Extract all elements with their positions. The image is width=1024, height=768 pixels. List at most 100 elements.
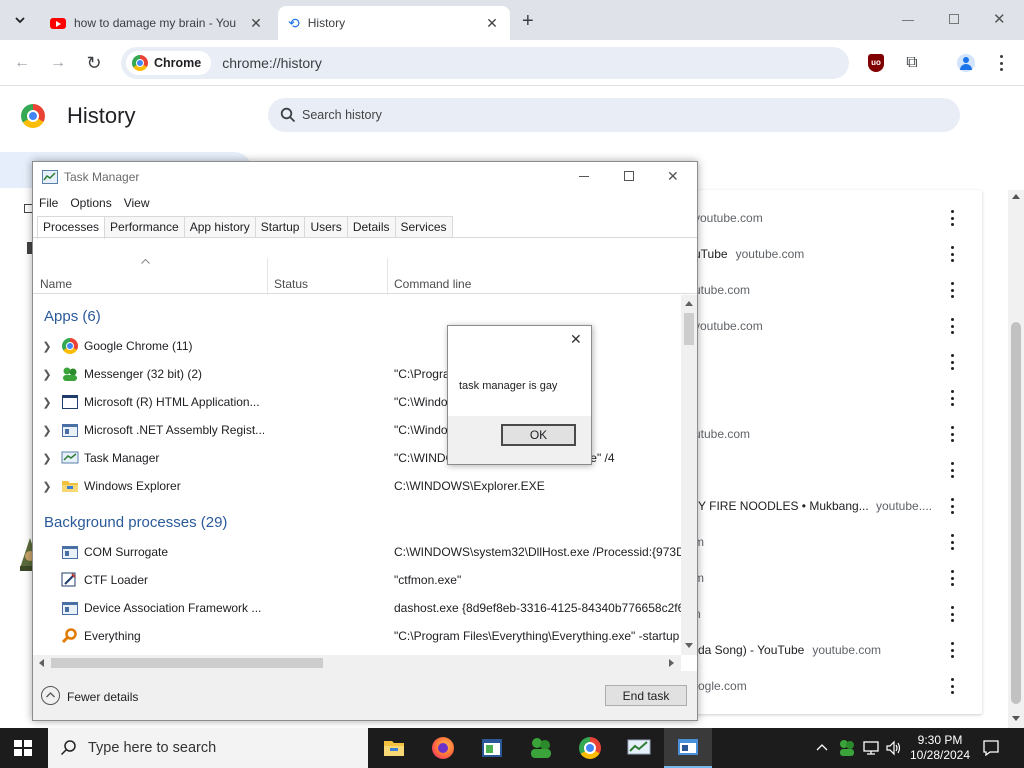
taskbar-task-manager-icon[interactable]: [615, 728, 663, 768]
restore-icon[interactable]: [949, 14, 959, 24]
more-actions-icon[interactable]: [950, 642, 954, 658]
history-entry[interactable]: youtube.com: [690, 200, 982, 236]
new-tab-icon[interactable]: +: [522, 10, 534, 33]
search-history-input[interactable]: Search history: [268, 98, 960, 132]
more-actions-icon[interactable]: [950, 498, 954, 514]
minimize-icon[interactable]: [902, 20, 914, 21]
close-window-icon[interactable]: ✕: [993, 10, 1006, 28]
more-actions-icon[interactable]: [950, 462, 954, 478]
more-actions-icon[interactable]: [950, 318, 954, 334]
history-entry[interactable]: m: [690, 524, 982, 560]
close-tab-icon[interactable]: ✕: [484, 15, 500, 32]
process-row[interactable]: ❯ Windows Explorer C:\WINDOWS\Explorer.E…: [33, 472, 681, 500]
page-scrollbar[interactable]: [1008, 190, 1024, 728]
extensions-icon[interactable]: ⧉: [898, 49, 926, 77]
taskbar-hta-icon[interactable]: [468, 728, 516, 768]
column-name[interactable]: Name: [40, 277, 72, 291]
column-command-line[interactable]: Command line: [394, 277, 471, 291]
more-actions-icon[interactable]: [950, 354, 954, 370]
history-entry[interactable]: da Song) - YouTube youtube.com: [690, 632, 982, 668]
history-entry[interactable]: n: [690, 596, 982, 632]
tab-performance[interactable]: Performance: [104, 216, 185, 238]
fewer-details-chevron-icon[interactable]: [41, 686, 60, 705]
scroll-up-arrow-icon[interactable]: [1012, 194, 1020, 199]
process-row[interactable]: CTF Loader "ctfmon.exe": [33, 566, 681, 594]
more-actions-icon[interactable]: [950, 534, 954, 550]
site-chip[interactable]: Chrome: [126, 51, 212, 75]
menu-view[interactable]: View: [118, 193, 156, 213]
tab-startup[interactable]: Startup: [254, 216, 306, 238]
expand-chevron-icon[interactable]: ❯: [35, 480, 59, 493]
history-entry[interactable]: [690, 452, 982, 488]
ublock-icon[interactable]: uo: [868, 54, 884, 72]
process-row[interactable]: Device Association Framework ... dashost…: [33, 594, 681, 622]
close-tab-icon[interactable]: ✕: [248, 15, 264, 32]
vertical-scrollbar[interactable]: [681, 295, 697, 655]
scrollbar-thumb[interactable]: [51, 658, 323, 668]
column-status[interactable]: Status: [274, 277, 308, 291]
title-bar[interactable]: Task Manager ✕: [33, 162, 697, 192]
scroll-down-arrow-icon[interactable]: [1012, 716, 1020, 721]
scrollbar-thumb[interactable]: [1011, 322, 1021, 704]
expand-chevron-icon[interactable]: ❯: [35, 424, 59, 437]
windows-start-icon[interactable]: [14, 740, 32, 756]
scroll-left-arrow-icon[interactable]: [39, 659, 44, 667]
history-entry[interactable]: utube.com: [690, 416, 982, 452]
history-entry[interactable]: [690, 380, 982, 416]
notifications-icon[interactable]: [982, 739, 1000, 757]
history-entry[interactable]: utube.com: [690, 272, 982, 308]
more-actions-icon[interactable]: [950, 570, 954, 586]
clock[interactable]: 9:30 PM 10/28/2024: [908, 733, 972, 763]
scroll-right-arrow-icon[interactable]: [669, 659, 674, 667]
end-task-button[interactable]: End task: [605, 685, 687, 706]
history-entry[interactable]: [690, 344, 982, 380]
more-actions-icon[interactable]: [950, 678, 954, 694]
process-row[interactable]: COM Surrogate C:\WINDOWS\system32\DllHos…: [33, 538, 681, 566]
tab-youtube[interactable]: how to damage my brain - You ✕: [40, 6, 274, 40]
reload-icon[interactable]: ↻: [80, 49, 108, 77]
scrollbar-thumb[interactable]: [684, 313, 694, 345]
history-entry[interactable]: m: [690, 560, 982, 596]
scroll-down-arrow-icon[interactable]: [685, 643, 693, 648]
minimize-icon[interactable]: [579, 176, 589, 177]
close-icon[interactable]: ✕: [570, 331, 582, 348]
taskbar-chrome-icon[interactable]: [566, 728, 614, 768]
ok-button[interactable]: OK: [501, 424, 576, 446]
more-actions-icon[interactable]: [950, 210, 954, 226]
close-icon[interactable]: ✕: [667, 168, 679, 185]
expand-chevron-icon[interactable]: ❯: [35, 368, 59, 381]
more-actions-icon[interactable]: [950, 606, 954, 622]
back-icon[interactable]: ←: [8, 49, 36, 77]
tray-messenger-icon[interactable]: [838, 739, 856, 757]
history-entry[interactable]: uTube youtube.com: [690, 236, 982, 272]
process-row[interactable]: Everything "C:\Program Files\Everything\…: [33, 622, 681, 650]
maximize-icon[interactable]: [624, 171, 634, 181]
more-actions-icon[interactable]: [950, 426, 954, 442]
tab-history[interactable]: ⟲ History ✕: [278, 6, 510, 40]
menu-options[interactable]: Options: [64, 193, 117, 213]
expand-chevron-icon[interactable]: ❯: [35, 396, 59, 409]
tab-search-chevron-icon[interactable]: [6, 6, 34, 34]
more-actions-icon[interactable]: [950, 246, 954, 262]
show-hidden-icons-chevron-icon[interactable]: [816, 742, 828, 754]
scroll-up-arrow-icon[interactable]: [685, 301, 693, 306]
taskbar-file-explorer-icon[interactable]: [370, 728, 418, 768]
taskbar-search-box[interactable]: Type here to search: [48, 728, 368, 768]
expand-chevron-icon[interactable]: ❯: [35, 452, 59, 465]
taskbar-firefox-icon[interactable]: [419, 728, 467, 768]
omnibox[interactable]: Chrome chrome://history: [121, 47, 849, 79]
history-entry[interactable]: Y FIRE NOODLES • Mukbang... youtube....: [690, 488, 982, 524]
chrome-menu-icon[interactable]: [999, 55, 1003, 71]
more-actions-icon[interactable]: [950, 282, 954, 298]
taskbar-window-icon[interactable]: [664, 728, 712, 768]
tab-users[interactable]: Users: [304, 216, 348, 238]
taskbar-messenger-icon[interactable]: [517, 728, 565, 768]
forward-icon[interactable]: →: [44, 49, 72, 77]
menu-file[interactable]: File: [33, 193, 64, 213]
profile-avatar-icon[interactable]: [957, 54, 975, 72]
tab-processes[interactable]: Processes: [37, 216, 106, 239]
tab-app-history[interactable]: App history: [183, 216, 256, 238]
volume-icon[interactable]: [885, 740, 903, 756]
network-icon[interactable]: [862, 740, 880, 756]
horizontal-scrollbar[interactable]: [33, 655, 681, 671]
